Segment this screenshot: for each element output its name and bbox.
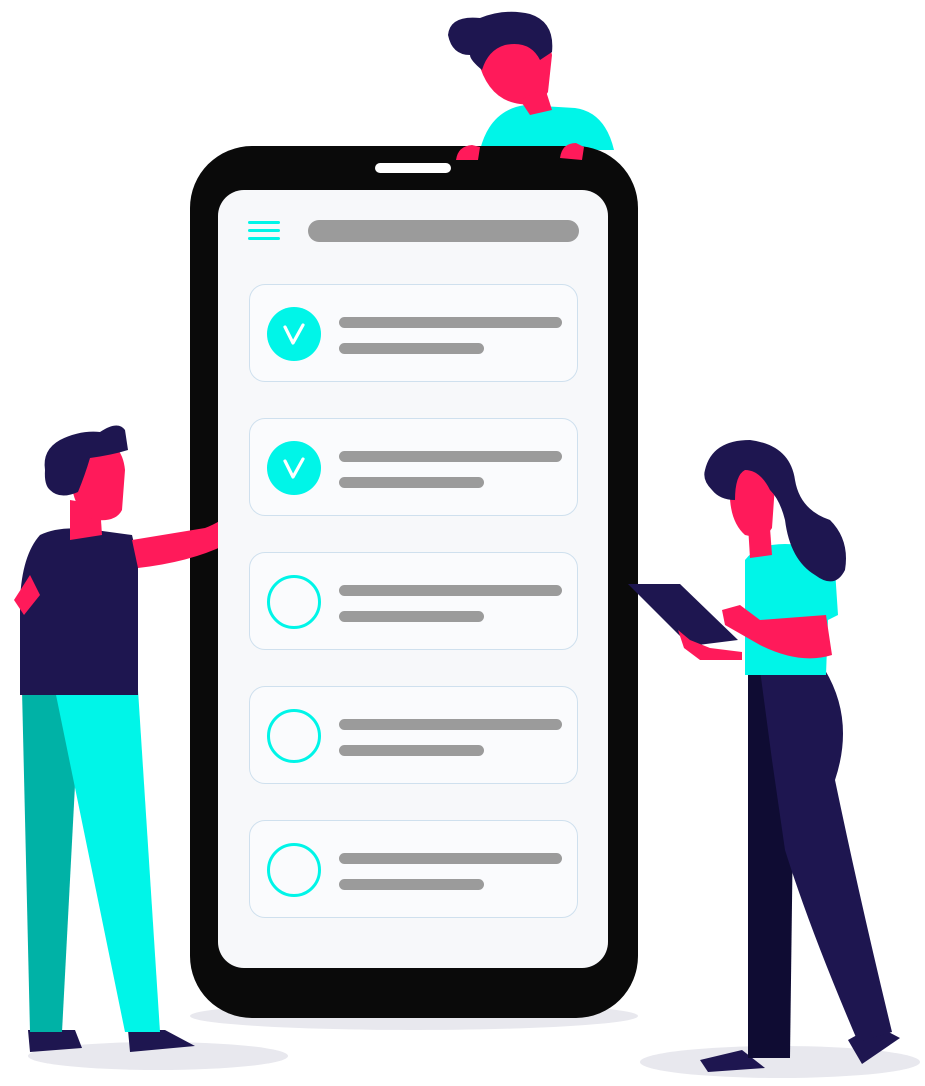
hamburger-icon[interactable] (248, 219, 280, 243)
task-item[interactable] (249, 552, 578, 650)
task-item[interactable] (249, 418, 578, 516)
task-title-placeholder (339, 853, 562, 864)
task-subtitle-placeholder (339, 343, 484, 354)
task-item[interactable] (249, 820, 578, 918)
checkmark-icon[interactable] (267, 307, 321, 361)
task-title-placeholder (339, 719, 562, 730)
empty-circle-icon[interactable] (267, 843, 321, 897)
title-placeholder-bar (308, 220, 579, 242)
task-title-placeholder (339, 317, 562, 328)
man-peeking-over-phone (448, 11, 614, 150)
phone-shadow (190, 1002, 638, 1030)
task-title-placeholder (339, 451, 562, 462)
phone-speaker (375, 163, 451, 173)
woman-shadow (640, 1046, 920, 1078)
checklist-illustration (0, 0, 925, 1086)
empty-circle-icon[interactable] (267, 575, 321, 629)
task-subtitle-placeholder (339, 745, 484, 756)
empty-circle-icon[interactable] (267, 709, 321, 763)
man-shadow (28, 1042, 288, 1070)
task-subtitle-placeholder (339, 611, 484, 622)
task-item[interactable] (249, 284, 578, 382)
task-subtitle-placeholder (339, 477, 484, 488)
task-subtitle-placeholder (339, 879, 484, 890)
woman-with-tablet (628, 440, 900, 1072)
checkmark-icon[interactable] (267, 441, 321, 495)
task-item[interactable] (249, 686, 578, 784)
task-title-placeholder (339, 585, 562, 596)
